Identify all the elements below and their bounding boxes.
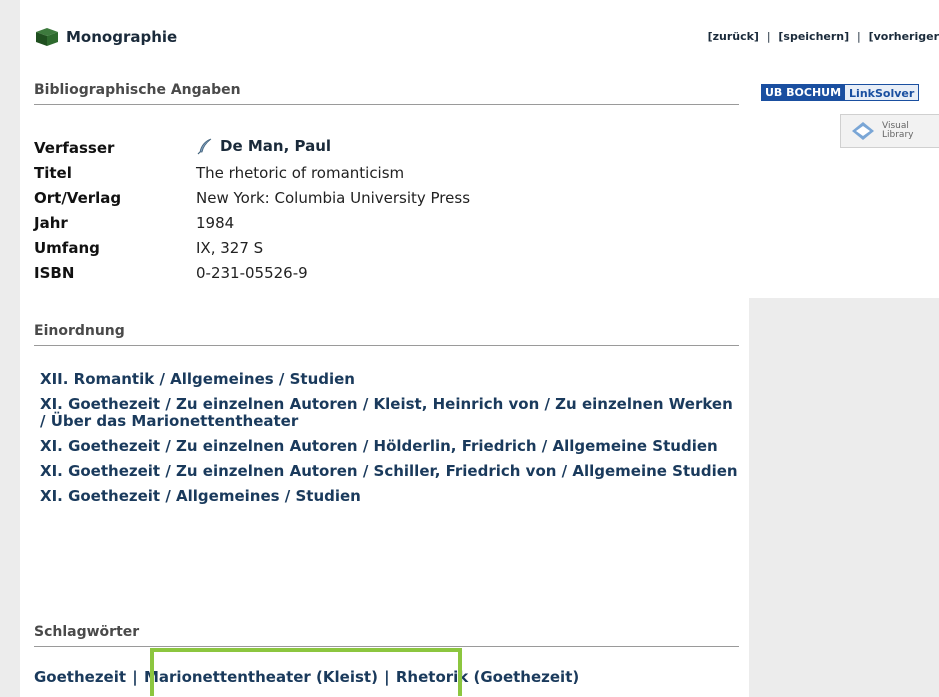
keyword-link[interactable]: Rhetorik (Goethezeit) xyxy=(396,668,579,686)
table-row: Verfasser De Man, Paul xyxy=(34,135,470,160)
linksolver-button[interactable]: UB BOCHUM LinkSolver xyxy=(761,84,920,101)
table-row: ISBN 0-231-05526-9 xyxy=(34,260,470,285)
row-label: Verfasser xyxy=(34,138,115,157)
keyword-list: Goethezeit | Marionettentheater (Kleist)… xyxy=(34,668,579,686)
schlagwoerter-section-header: Schlagwörter xyxy=(34,624,739,647)
page-title: Monographie xyxy=(66,28,178,46)
quill-icon xyxy=(197,138,212,154)
row-value: 0-231-05526-9 xyxy=(196,263,308,282)
row-label: Jahr xyxy=(34,213,68,232)
keyword-separator: | xyxy=(132,668,138,686)
row-value: New York: Columbia University Press xyxy=(196,188,471,207)
page-title-row: Monographie xyxy=(34,27,177,47)
row-value: The rhetoric of romanticism xyxy=(196,163,405,182)
author-link[interactable]: De Man, Paul xyxy=(196,137,331,155)
author-name: De Man, Paul xyxy=(220,136,332,155)
classification-link[interactable]: XII. Romantik / Allgemeines / Studien xyxy=(40,371,740,388)
classification-link[interactable]: XI. Goethezeit / Allgemeines / Studien xyxy=(40,488,740,505)
linksolver-right-label: LinkSolver xyxy=(845,84,920,101)
top-nav: [zurück] | [speichern] | [vorheriger xyxy=(708,30,939,43)
row-value: IX, 327 S xyxy=(196,238,264,257)
row-label: Umfang xyxy=(34,238,100,257)
classification-link[interactable]: XI. Goethezeit / Zu einzelnen Autoren / … xyxy=(40,438,740,455)
visual-library-label: Visual Library xyxy=(882,121,914,140)
keyword-separator: | xyxy=(384,668,390,686)
visual-library-button[interactable]: Visual Library xyxy=(840,114,939,148)
row-label: ISBN xyxy=(34,263,75,282)
keyword-link[interactable]: Goethezeit xyxy=(34,668,126,686)
back-link[interactable]: [zurück] xyxy=(708,30,759,43)
table-row: Umfang IX, 327 S xyxy=(34,235,470,260)
nav-separator: | xyxy=(766,30,771,43)
table-row: Jahr 1984 xyxy=(34,210,470,235)
classification-list: XII. Romantik / Allgemeines / Studien XI… xyxy=(40,371,740,513)
classification-link[interactable]: XI. Goethezeit / Zu einzelnen Autoren / … xyxy=(40,463,740,480)
biblio-section-header: Bibliographische Angaben xyxy=(34,82,739,105)
einordnung-section-header: Einordnung xyxy=(34,323,739,346)
previous-link[interactable]: [vorheriger xyxy=(869,30,939,43)
classification-link[interactable]: XI. Goethezeit / Zu einzelnen Autoren / … xyxy=(40,396,740,430)
save-link[interactable]: [speichern] xyxy=(778,30,849,43)
keyword-link[interactable]: Marionettentheater (Kleist) xyxy=(144,668,378,686)
visual-library-icon xyxy=(852,122,874,140)
table-row: Ort/Verlag New York: Columbia University… xyxy=(34,185,470,210)
linksolver-left-label: UB BOCHUM xyxy=(761,84,846,101)
nav-separator: | xyxy=(857,30,861,43)
row-value: 1984 xyxy=(196,213,235,232)
cube-icon xyxy=(36,28,58,46)
row-label: Titel xyxy=(34,163,72,182)
biblio-table: Verfasser De Man, Paul Titel The rhetori… xyxy=(34,135,470,285)
table-row: Titel The rhetoric of romanticism xyxy=(34,160,470,185)
row-label: Ort/Verlag xyxy=(34,188,122,207)
